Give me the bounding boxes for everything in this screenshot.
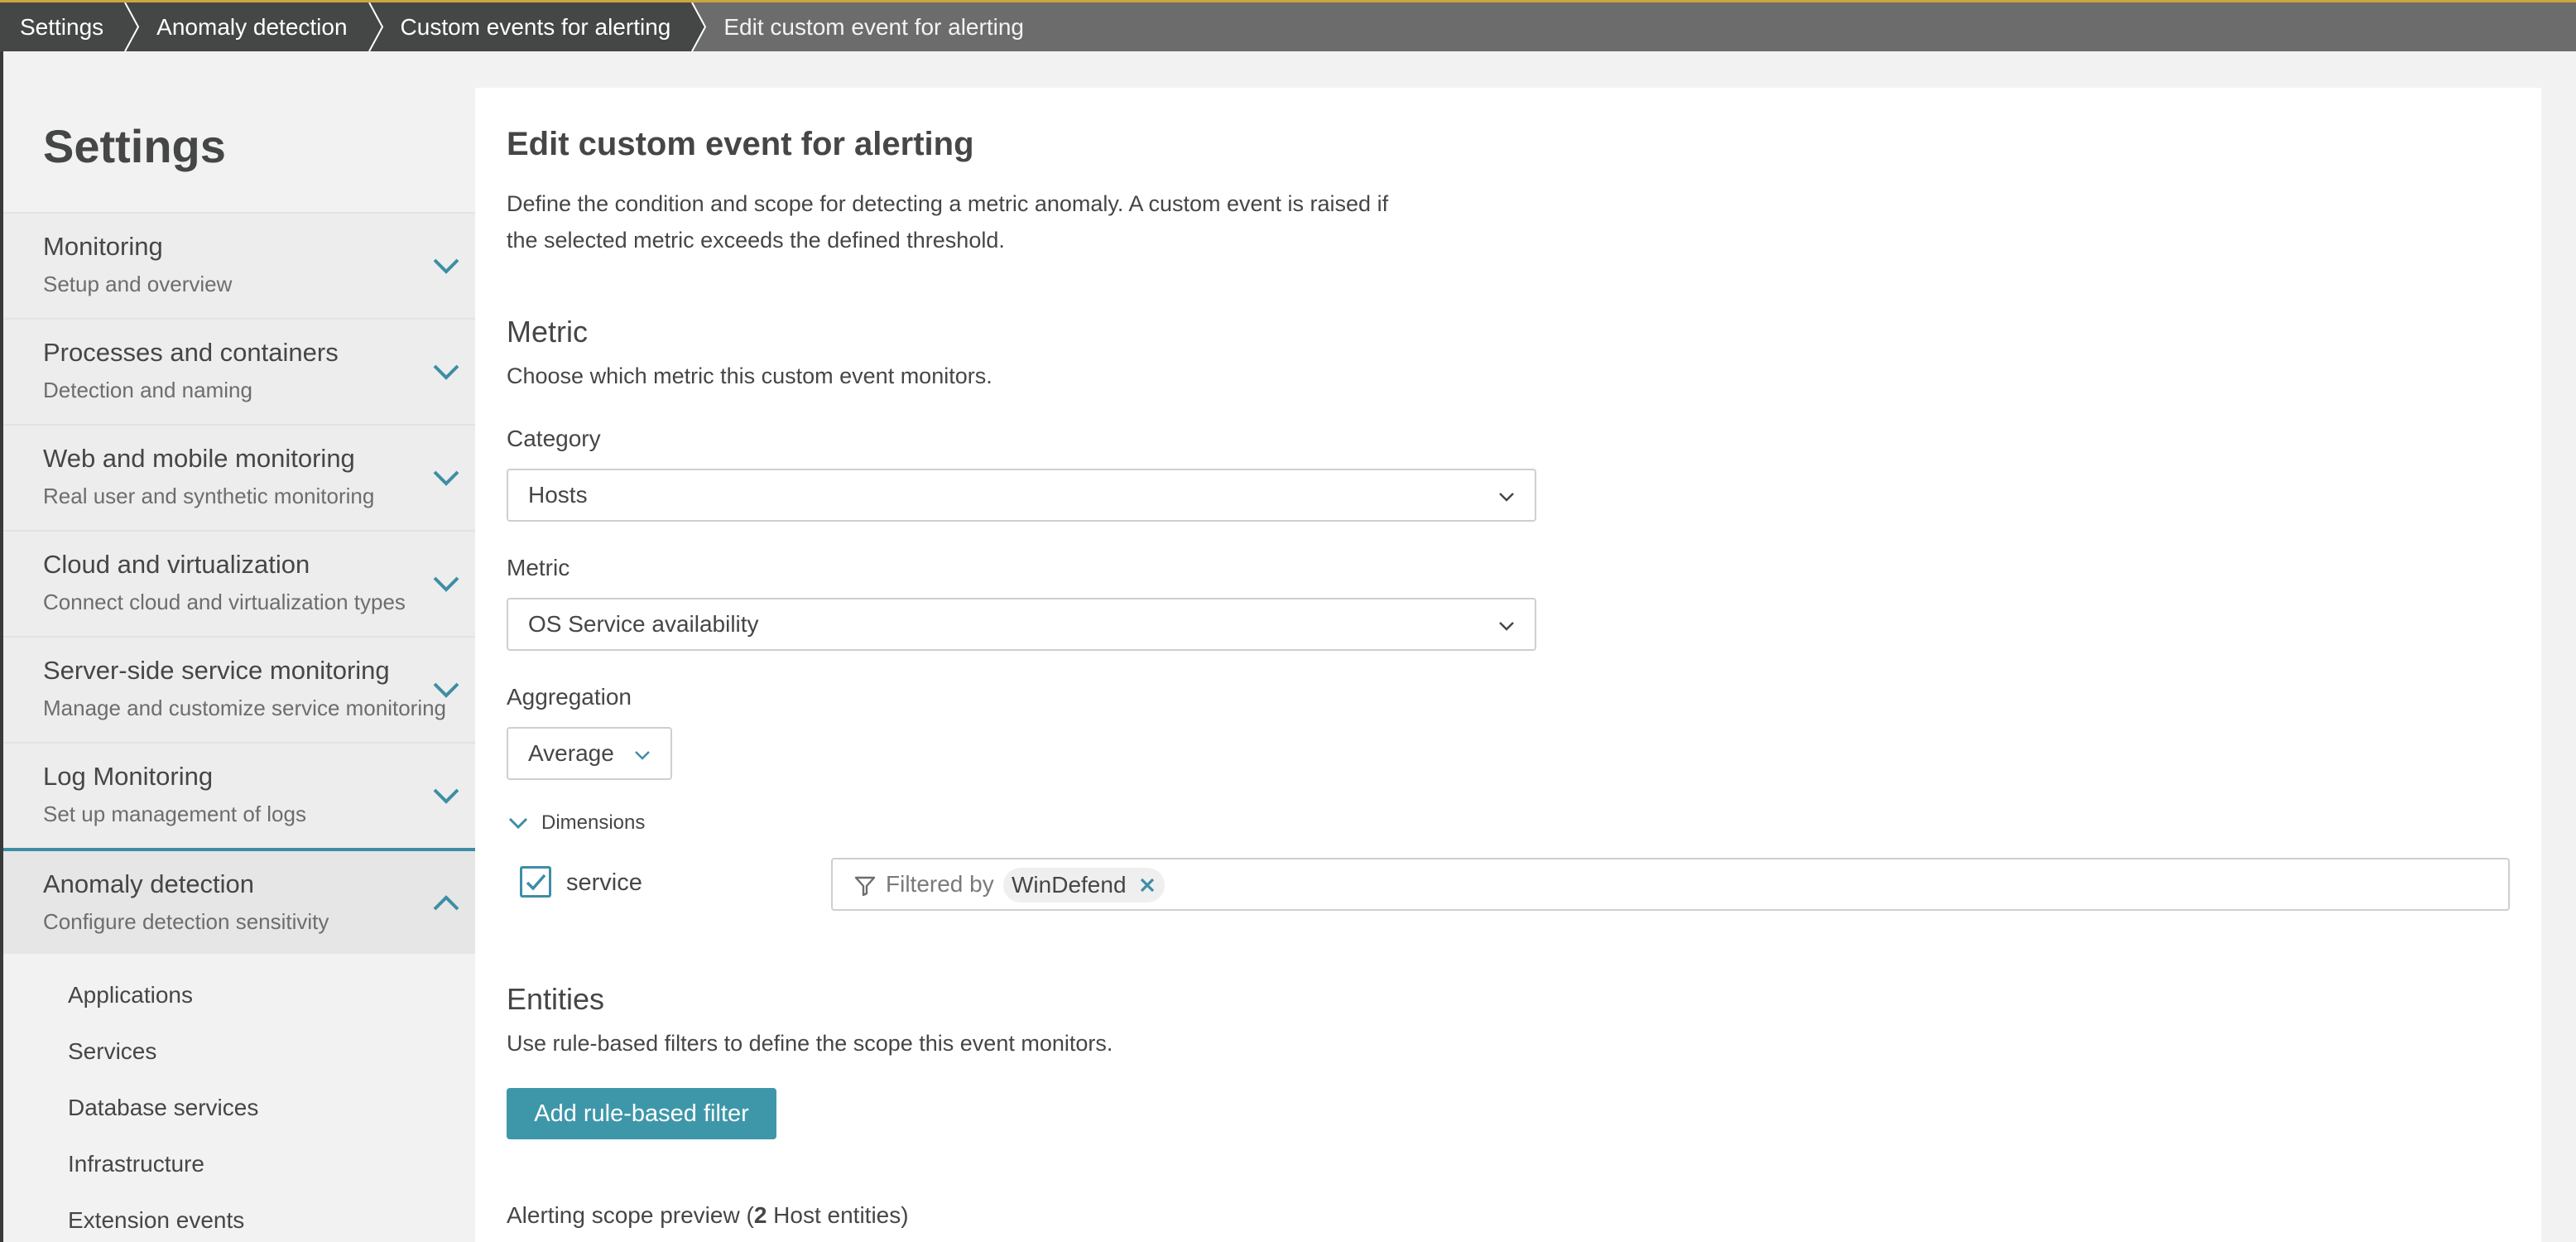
metric-heading: Metric bbox=[507, 315, 588, 349]
alerting-scope-preview: Alerting scope preview (2 Host entities) bbox=[507, 1202, 909, 1229]
section-subtitle: Connect cloud and virtualization types bbox=[43, 590, 406, 614]
metric-select-value: OS Service availability bbox=[528, 611, 759, 637]
section-subtitle: Configure detection sensitivity bbox=[43, 909, 329, 934]
sidebar-section-anomaly-detection[interactable]: Anomaly detection Configure detection se… bbox=[3, 848, 475, 954]
sidebar-section-web-mobile[interactable]: Web and mobile monitoring Real user and … bbox=[3, 424, 475, 530]
sidebar-subitem-applications[interactable]: Applications bbox=[68, 982, 193, 1009]
page-description-line: the selected metric exceeds the defined … bbox=[507, 228, 1005, 253]
entities-description: Use rule-based filters to define the sco… bbox=[507, 1031, 1113, 1056]
entities-heading: Entities bbox=[507, 982, 605, 1016]
sidebar-section-cloud[interactable]: Cloud and virtualization Connect cloud a… bbox=[3, 530, 475, 636]
category-label: Category bbox=[507, 426, 601, 451]
page-description-line: Define the condition and scope for detec… bbox=[507, 191, 1389, 216]
chevron-down-icon bbox=[635, 751, 650, 760]
sidebar-section-server-side[interactable]: Server-side service monitoring Manage an… bbox=[3, 636, 475, 742]
category-select-value: Hosts bbox=[528, 482, 588, 508]
section-subtitle: Detection and naming bbox=[43, 378, 252, 402]
breadcrumb-separator-icon bbox=[689, 2, 707, 51]
chevron-down-icon bbox=[1499, 493, 1514, 502]
section-label: Server-side service monitoring bbox=[43, 656, 390, 685]
sidebar-subitem-database-services[interactable]: Database services bbox=[68, 1095, 258, 1121]
chevron-down-icon bbox=[433, 364, 459, 380]
section-label: Processes and containers bbox=[43, 338, 339, 367]
preview-suffix: Host entities) bbox=[767, 1202, 909, 1228]
section-subtitle: Set up management of logs bbox=[43, 802, 306, 826]
chevron-down-icon bbox=[508, 817, 528, 830]
settings-sidebar: Settings Monitoring Setup and overview P… bbox=[0, 51, 475, 1242]
sidebar-subitem-extension-events[interactable]: Extension events bbox=[68, 1207, 244, 1234]
preview-count: 2 bbox=[753, 1202, 767, 1228]
breadcrumb-label: Settings bbox=[20, 13, 104, 40]
sidebar-section-log-monitoring[interactable]: Log Monitoring Set up management of logs bbox=[3, 742, 475, 848]
breadcrumb-custom-events[interactable]: Custom events for alerting bbox=[365, 2, 707, 51]
chevron-down-icon bbox=[433, 258, 459, 274]
sidebar-subitem-infrastructure[interactable]: Infrastructure bbox=[68, 1151, 204, 1177]
aggregation-label: Aggregation bbox=[507, 684, 632, 710]
chevron-down-icon bbox=[433, 682, 459, 698]
filter-icon bbox=[854, 876, 876, 896]
section-label: Log Monitoring bbox=[43, 762, 214, 791]
page-description: Define the condition and scope for detec… bbox=[507, 185, 1500, 258]
chevron-down-icon bbox=[1499, 622, 1514, 631]
breadcrumb-settings[interactable]: Settings bbox=[0, 2, 140, 51]
breadcrumb-current-page: Edit custom event for alerting bbox=[689, 2, 1044, 51]
dimension-filter-input[interactable]: Filtered by WinDefend bbox=[831, 858, 2510, 911]
breadcrumb: Settings Anomaly detection Custom events… bbox=[0, 0, 2576, 51]
section-subtitle: Setup and overview bbox=[43, 272, 233, 296]
dimension-service-checkbox[interactable] bbox=[520, 866, 551, 898]
chevron-down-icon bbox=[433, 576, 459, 592]
metric-select[interactable]: OS Service availability bbox=[507, 598, 1536, 651]
dimensions-toggle[interactable]: Dimensions bbox=[508, 811, 645, 835]
filter-chip: WinDefend bbox=[1003, 868, 1165, 903]
breadcrumb-separator-icon bbox=[365, 2, 383, 51]
close-icon[interactable] bbox=[1138, 876, 1156, 894]
metric-description: Choose which metric this custom event mo… bbox=[507, 363, 992, 388]
section-label: Monitoring bbox=[43, 232, 163, 261]
dimensions-label: Dimensions bbox=[541, 811, 646, 834]
dimension-name: service bbox=[566, 869, 642, 896]
filter-chip-label: WinDefend bbox=[1012, 872, 1127, 898]
add-rule-based-filter-button[interactable]: Add rule-based filter bbox=[507, 1088, 776, 1139]
preview-prefix: Alerting scope preview ( bbox=[507, 1202, 754, 1228]
aggregation-select-value: Average bbox=[528, 740, 614, 766]
aggregation-select[interactable]: Average bbox=[507, 727, 672, 780]
chevron-up-icon bbox=[433, 895, 459, 911]
section-subtitle: Real user and synthetic monitoring bbox=[43, 484, 375, 508]
section-label: Web and mobile monitoring bbox=[43, 444, 355, 473]
metric-label: Metric bbox=[507, 555, 570, 580]
breadcrumb-separator-icon bbox=[122, 2, 140, 51]
chevron-down-icon bbox=[433, 470, 459, 486]
sidebar-section-monitoring[interactable]: Monitoring Setup and overview bbox=[3, 212, 475, 318]
checkmark-icon bbox=[526, 874, 546, 891]
breadcrumb-anomaly-detection[interactable]: Anomaly detection bbox=[122, 2, 383, 51]
sidebar-subitem-services[interactable]: Services bbox=[68, 1038, 156, 1065]
section-subtitle: Manage and customize service monitoring bbox=[43, 696, 447, 720]
category-select[interactable]: Hosts bbox=[507, 469, 1536, 522]
breadcrumb-label: Edit custom event for alerting bbox=[723, 13, 1024, 40]
sidebar-section-processes[interactable]: Processes and containers Detection and n… bbox=[3, 318, 475, 424]
main-panel: Edit custom event for alerting Define th… bbox=[475, 88, 2541, 1242]
sidebar-title: Settings bbox=[43, 120, 226, 172]
chevron-down-icon bbox=[433, 788, 459, 804]
filter-prefix: Filtered by bbox=[886, 871, 994, 897]
page-title: Edit custom event for alerting bbox=[507, 126, 974, 162]
breadcrumb-label: Custom events for alerting bbox=[400, 13, 671, 40]
breadcrumb-label: Anomaly detection bbox=[156, 13, 348, 40]
section-label: Anomaly detection bbox=[43, 869, 255, 898]
section-label: Cloud and virtualization bbox=[43, 550, 310, 579]
